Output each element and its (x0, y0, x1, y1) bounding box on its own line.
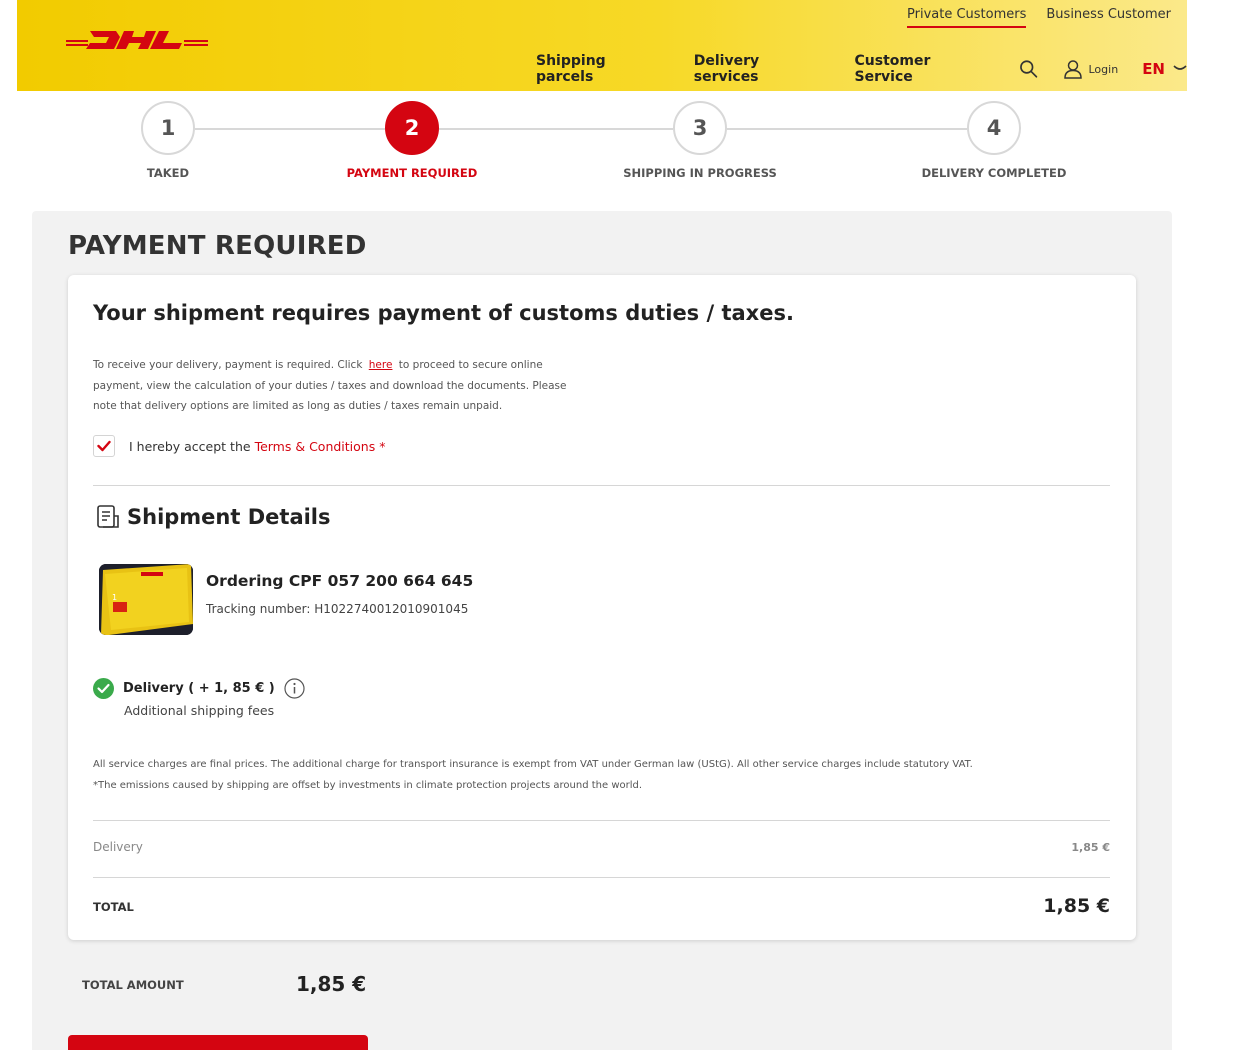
terms-checkbox[interactable] (93, 435, 115, 457)
step-1-label: TAKED (146, 166, 190, 180)
customer-type-links: Private Customers Business Customer (907, 7, 1171, 28)
main-navigation: Shipping parcels Delivery services Custo… (536, 53, 1187, 85)
total-value: 1,85 € (1043, 895, 1110, 917)
payment-panel: PAYMENT REQUIRED Your shipment requires … (32, 211, 1172, 1050)
order-title: Ordering CPF 057 200 664 645 (206, 572, 474, 590)
document-icon (97, 505, 119, 528)
shipment-details-title: Shipment Details (95, 504, 331, 530)
checkmark-icon (97, 440, 111, 452)
language-label: EN (1142, 60, 1165, 78)
business-customer-link[interactable]: Business Customer (1046, 7, 1171, 28)
private-customers-link[interactable]: Private Customers (907, 7, 1027, 28)
delivery-option-description: Additional shipping fees (124, 703, 275, 718)
step-connector (727, 128, 967, 130)
order-progress-stepper: 1 2 3 4 TAKED PAYMENT REQUIRED SHIPPING … (0, 101, 1252, 191)
payment-here-link[interactable]: here (369, 359, 393, 371)
pricing-fineprint: All service charges are final prices. Th… (93, 754, 973, 796)
step-1-circle: 1 (141, 101, 195, 155)
accept-label: I hereby accept the (129, 438, 251, 454)
pay-button[interactable] (68, 1035, 368, 1050)
terms-acceptance: I hereby accept the Terms & Conditions * (93, 435, 385, 457)
page-title: PAYMENT REQUIRED (68, 231, 367, 261)
chevron-down-icon (1173, 65, 1187, 70)
check-circle-icon (93, 678, 114, 699)
fineprint-vat: All service charges are final prices. Th… (93, 759, 973, 770)
login-link[interactable]: Login (1063, 59, 1119, 79)
card-heading: Your shipment requires payment of custom… (93, 301, 794, 325)
package-thumbnail: 1 (99, 564, 193, 635)
total-amount-value: 1,85 € (296, 972, 367, 996)
terms-link[interactable]: Terms & Conditions * (255, 439, 386, 454)
step-connector (439, 128, 673, 130)
info-icon[interactable] (284, 678, 305, 699)
step-4-label: DELIVERY COMPLETED (921, 166, 1067, 180)
svg-text:1: 1 (112, 593, 117, 602)
step-3-label: SHIPPING IN PROGRESS (623, 166, 777, 180)
nav-shipping-parcels[interactable]: Shipping parcels (536, 53, 664, 85)
total-label: TOTAL (93, 900, 134, 914)
language-selector[interactable]: EN (1142, 60, 1187, 78)
site-header: Private Customers Business Customer Ship… (17, 0, 1187, 91)
user-icon (1063, 60, 1082, 79)
step-connector (195, 128, 385, 130)
payment-card: Your shipment requires payment of custom… (68, 275, 1136, 940)
dhl-logo[interactable] (66, 27, 208, 53)
delivery-line-value: 1,85 € (1071, 841, 1110, 854)
nav-customer-service[interactable]: Customer Service (855, 53, 990, 85)
payment-instructions: To receive your delivery, payment is req… (93, 355, 593, 417)
divider (93, 877, 1110, 878)
shipment-details-label: Shipment Details (127, 505, 331, 529)
search-icon[interactable] (1019, 59, 1038, 79)
nav-delivery-services[interactable]: Delivery services (694, 53, 825, 85)
step-4-circle: 4 (967, 101, 1021, 155)
divider (93, 485, 1110, 486)
delivery-option[interactable]: Delivery ( + 1, 85 € ) (93, 678, 305, 699)
fineprint-emissions: *The emissions caused by shipping are of… (93, 780, 643, 791)
total-amount-label: TOTAL AMOUNT (82, 978, 184, 992)
step-2-circle: 2 (385, 101, 439, 155)
divider (93, 820, 1110, 821)
delivery-option-label: Delivery ( + 1, 85 € ) (123, 681, 275, 696)
delivery-line-label: Delivery (93, 840, 143, 854)
step-3-circle: 3 (673, 101, 727, 155)
step-2-label: PAYMENT REQUIRED (346, 166, 478, 180)
intro-text-start: To receive your delivery, payment is req… (93, 359, 363, 371)
tracking-number: Tracking number: H1022740012010901045 (206, 602, 469, 616)
login-label: Login (1088, 62, 1119, 76)
